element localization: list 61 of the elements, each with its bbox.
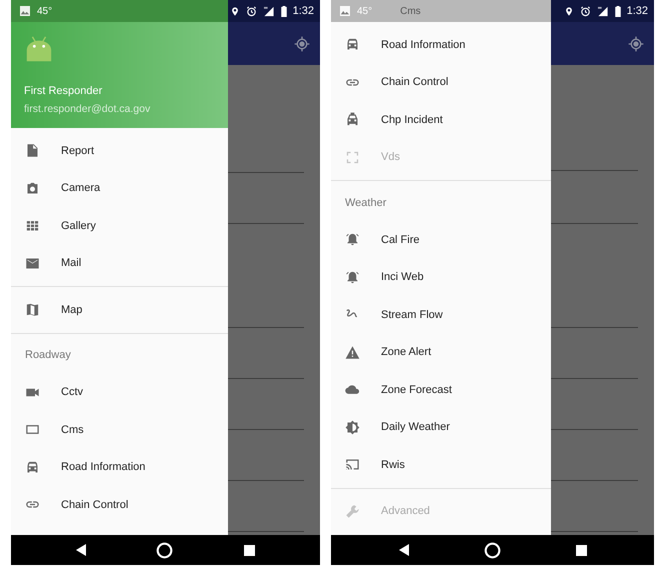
wrench-icon <box>345 504 360 519</box>
brightness-icon <box>345 420 360 435</box>
drawer-item[interactable]: Zone Alert <box>331 334 551 371</box>
user-email: first.responder@dot.ca.gov <box>24 102 152 116</box>
temperature: 45° <box>37 4 52 18</box>
warning-icon <box>345 344 360 360</box>
drawer-item[interactable]: Camera <box>11 170 228 207</box>
drawer-item[interactable]: Map <box>11 291 228 328</box>
image-icon <box>340 6 350 16</box>
document-icon <box>25 143 40 158</box>
drawer-item[interactable]: Cctv <box>11 374 228 411</box>
my-location-icon[interactable] <box>294 36 310 52</box>
drawer-item[interactable]: Zone Forecast <box>331 371 551 408</box>
car-icon <box>345 37 360 52</box>
back-icon[interactable] <box>76 544 86 556</box>
recents-icon[interactable] <box>576 544 586 556</box>
drawer-item[interactable]: Inci Web <box>331 258 551 296</box>
drawer-item[interactable]: Cms <box>11 411 228 448</box>
map-icon <box>25 302 40 318</box>
my-location-icon[interactable] <box>628 36 644 52</box>
alarm-clock-icon <box>246 6 257 16</box>
drawer-item[interactable]: Rwis <box>331 446 551 484</box>
location-pin-icon <box>230 6 240 16</box>
cell-signal-icon <box>262 6 275 16</box>
location-pin-icon <box>564 6 574 16</box>
drawer-item[interactable]: Chain Control <box>11 486 228 524</box>
status-time: 1:32 <box>626 4 648 19</box>
car-icon <box>25 460 40 475</box>
back-icon[interactable] <box>398 544 408 556</box>
drawer-item-label: Cms <box>400 4 421 18</box>
temperature: 45° <box>357 4 372 18</box>
drawer-item[interactable]: Cal Fire <box>331 221 551 258</box>
drawer-item[interactable]: Mail <box>11 244 228 282</box>
status-time: 1:32 <box>292 4 314 19</box>
section-header: Roadway <box>25 348 71 364</box>
home-icon[interactable] <box>484 542 500 558</box>
grid-icon <box>25 218 40 234</box>
drawer-item[interactable]: Road Information <box>331 26 551 64</box>
drawer-item[interactable]: Report <box>11 132 228 170</box>
alarm-bell-icon <box>345 270 360 285</box>
section-header: Weather <box>345 196 386 211</box>
drawer-item[interactable]: Chain Control <box>331 64 551 101</box>
drawer-item[interactable]: Daily Weather <box>331 408 551 446</box>
camera-icon <box>25 180 40 196</box>
drawer-item[interactable]: Road Information <box>11 448 228 486</box>
battery-icon <box>280 6 287 16</box>
taxi-icon <box>345 112 360 128</box>
drawer-item[interactable]: Gallery <box>11 207 228 244</box>
mail-icon <box>25 256 40 271</box>
battery-icon <box>614 6 621 16</box>
user-name: First Responder <box>24 84 104 99</box>
corner-brackets-icon <box>345 150 360 165</box>
drawer-item[interactable]: Stream Flow <box>331 296 551 334</box>
cell-signal-icon <box>596 6 609 16</box>
home-icon[interactable] <box>156 542 174 558</box>
alarm-bell-icon <box>345 232 360 248</box>
recents-icon[interactable] <box>244 544 255 556</box>
drawer-item[interactable]: Chp Incident <box>331 101 551 138</box>
cast-icon <box>345 457 360 472</box>
image-icon <box>20 6 30 16</box>
alarm-clock-icon <box>580 6 591 16</box>
